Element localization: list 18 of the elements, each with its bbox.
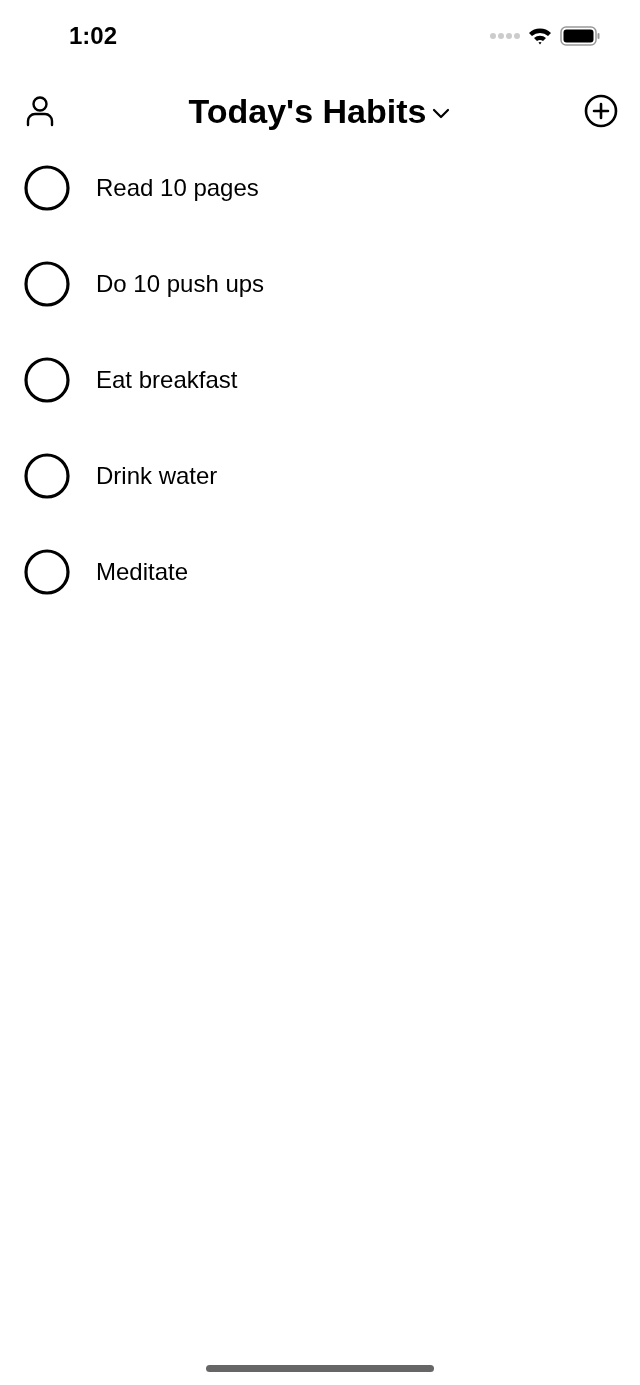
habit-checkbox[interactable] [24,165,70,211]
habit-label: Do 10 push ups [96,270,265,298]
habit-label: Meditate [96,558,189,586]
habit-checkbox[interactable] [24,261,70,307]
profile-button[interactable] [25,95,55,127]
habit-checkbox[interactable] [24,453,70,499]
title-dropdown[interactable]: Today's Habits [188,91,451,131]
signal-icon [490,32,520,40]
habit-checkbox[interactable] [24,549,70,595]
status-time: 1:02 [69,22,118,50]
add-button[interactable] [584,94,618,128]
habit-label: Eat breakfast [96,366,238,394]
habit-label: Drink water [96,462,218,490]
battery-icon [560,26,600,46]
wifi-icon [528,27,552,45]
habit-checkbox[interactable] [24,357,70,403]
caret-icon [432,107,451,119]
habit-label: Read 10 pages [96,174,259,202]
